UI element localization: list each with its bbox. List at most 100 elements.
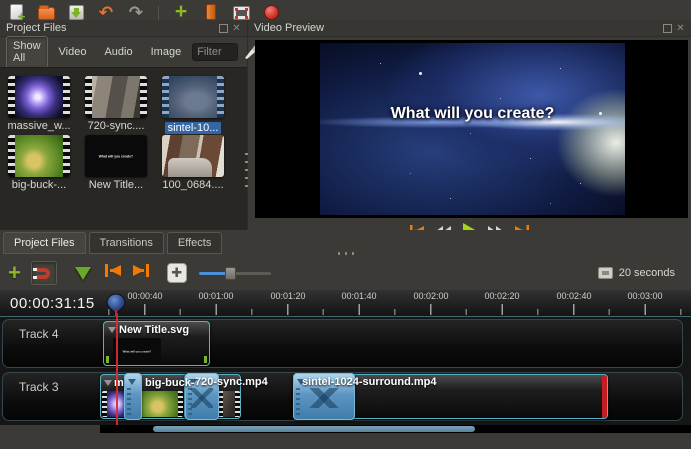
- toolbar-separator: [158, 6, 159, 20]
- media-filter-row: Show All Video Audio Image: [0, 36, 260, 68]
- clip-label: big-buck-: [145, 377, 195, 389]
- playhead-line: [116, 313, 118, 425]
- clip-thumbnail: What will you create?: [113, 338, 161, 364]
- stars-decoration: [380, 63, 381, 64]
- video-preview-panel: Video Preview ✕ What will you create?: [248, 20, 691, 239]
- transition-1[interactable]: [124, 373, 142, 420]
- scrollbar-thumb[interactable]: [153, 426, 475, 432]
- filter-input[interactable]: [192, 43, 239, 61]
- clip-thumbnail: [137, 391, 183, 417]
- video-thumbnail: [8, 135, 70, 177]
- ruler-label: 00:01:40: [341, 291, 377, 301]
- file-name: big-buck-...: [11, 179, 67, 191]
- thumbnail-text: What will you create?: [122, 349, 152, 353]
- splitter-handle[interactable]: [338, 252, 358, 255]
- snapping-toggle[interactable]: [30, 261, 57, 285]
- clip-end-marker: [602, 375, 607, 418]
- ruler-label: 00:01:20: [270, 291, 306, 301]
- clip-thumbnail: [218, 391, 240, 417]
- zoom-scale-indicator: 20 seconds: [597, 267, 683, 279]
- file-item[interactable]: big-buck-...: [3, 135, 75, 191]
- add-track-icon[interactable]: +: [8, 262, 21, 284]
- main-toolbar: + ↶ ↷ +: [0, 0, 691, 20]
- clip-menu-chevron-icon[interactable]: [108, 327, 116, 333]
- razor-icon[interactable]: [74, 266, 91, 280]
- filter-show-all-button[interactable]: Show All: [6, 36, 48, 68]
- video-thumbnail: [162, 76, 224, 118]
- image-thumbnail: [162, 135, 224, 177]
- scale-icon: [597, 267, 613, 279]
- clip-label: 720-sync.mp4: [195, 376, 268, 388]
- choose-profile-icon[interactable]: [201, 2, 221, 20]
- clip-new-title[interactable]: New Title.svg What will you create?: [103, 321, 210, 366]
- openshot-window: + ↶ ↷ + Project Files ✕ Show All Video A…: [0, 0, 691, 449]
- open-project-icon[interactable]: [36, 2, 56, 20]
- dock-tab-bar: Project Files Transitions Effects: [0, 230, 691, 256]
- playhead-marker[interactable]: [105, 293, 127, 317]
- undo-icon[interactable]: ↶: [96, 2, 116, 20]
- project-files-header: Project Files ✕: [0, 20, 247, 37]
- project-files-panel: Project Files ✕ Show All Video Audio Ima…: [0, 20, 260, 230]
- ruler-label: 00:03:00: [627, 291, 663, 301]
- fullscreen-icon[interactable]: [231, 2, 251, 20]
- export-video-icon[interactable]: [261, 2, 281, 20]
- ruler-major-ticks: [144, 304, 691, 315]
- transition-sprockets: [296, 388, 300, 416]
- file-name: 720-sync....: [87, 120, 145, 132]
- tab-project-files[interactable]: Project Files: [3, 232, 86, 254]
- file-item[interactable]: What will you create? New Title...: [80, 135, 152, 191]
- file-name: massive_w...: [7, 120, 71, 132]
- filter-image-button[interactable]: Image: [144, 42, 189, 62]
- transition-watermark: [303, 387, 345, 408]
- file-item-selected[interactable]: sintel-10...: [157, 76, 229, 136]
- ruler-label: 00:01:00: [198, 291, 234, 301]
- float-panel-icon[interactable]: [219, 23, 228, 33]
- close-panel-icon[interactable]: ✕: [232, 23, 241, 33]
- close-panel-icon[interactable]: ✕: [676, 23, 685, 33]
- project-files-title: Project Files: [6, 22, 67, 34]
- slider-handle[interactable]: [224, 267, 236, 280]
- file-name: 100_0684....: [162, 179, 224, 191]
- timeline-ruler[interactable]: 00:00:31:15 00:00:40 00:01:00 00:01:20 0…: [0, 290, 691, 317]
- video-preview-header: Video Preview ✕: [248, 20, 691, 37]
- magnet-icon: [33, 267, 51, 279]
- clip-label: sintel-1024-surround.mp4: [302, 376, 437, 388]
- clip-menu-chevron-icon[interactable]: [104, 380, 112, 386]
- thumbnail-text: What will you create?: [98, 154, 134, 158]
- tab-transitions[interactable]: Transitions: [88, 232, 164, 254]
- current-time-display: 00:00:31:15: [10, 295, 95, 312]
- ruler-label: 00:02:00: [413, 291, 449, 301]
- timeline-tracks-area[interactable]: Track 4 New Title.svg What will you crea…: [0, 313, 691, 425]
- ruler-label: 00:02:40: [556, 291, 592, 301]
- video-preview-canvas: What will you create?: [255, 40, 688, 218]
- float-panel-icon[interactable]: [663, 23, 672, 33]
- track-name: Track 4: [19, 327, 59, 341]
- transition-sprockets: [127, 388, 131, 416]
- title-thumbnail: What will you create?: [85, 135, 147, 177]
- file-item[interactable]: massive_w...: [3, 76, 75, 132]
- save-project-icon[interactable]: [66, 2, 86, 20]
- filter-audio-button[interactable]: Audio: [97, 42, 139, 62]
- center-playhead-icon[interactable]: ✚: [166, 263, 187, 283]
- ruler-label: 00:02:20: [484, 291, 520, 301]
- project-files-grid: massive_w... 720-sync.... sintel-10... b…: [0, 67, 247, 230]
- transition-watermark: [190, 387, 214, 408]
- filter-video-button[interactable]: Video: [52, 42, 94, 62]
- zoom-scale-label: 20 seconds: [618, 267, 675, 279]
- new-project-icon[interactable]: +: [6, 2, 26, 20]
- next-marker-icon[interactable]: [131, 263, 151, 283]
- import-files-icon[interactable]: +: [171, 1, 191, 20]
- video-overlay-text: What will you create?: [390, 105, 555, 122]
- video-thumbnail: [85, 76, 147, 118]
- timeline-zoom-slider[interactable]: [198, 266, 271, 280]
- timeline-toolbar: + ✚ 20 seconds: [0, 256, 691, 290]
- clip-label: New Title.svg: [119, 324, 190, 336]
- previous-marker-icon[interactable]: [103, 263, 123, 283]
- file-item[interactable]: 100_0684....: [157, 135, 229, 191]
- redo-icon[interactable]: ↷: [126, 2, 146, 20]
- tab-effects[interactable]: Effects: [166, 232, 223, 254]
- file-item[interactable]: 720-sync....: [80, 76, 152, 132]
- video-frame: What will you create?: [320, 43, 625, 215]
- file-name: sintel-10...: [164, 122, 222, 134]
- timeline-scrollbar[interactable]: [100, 425, 691, 433]
